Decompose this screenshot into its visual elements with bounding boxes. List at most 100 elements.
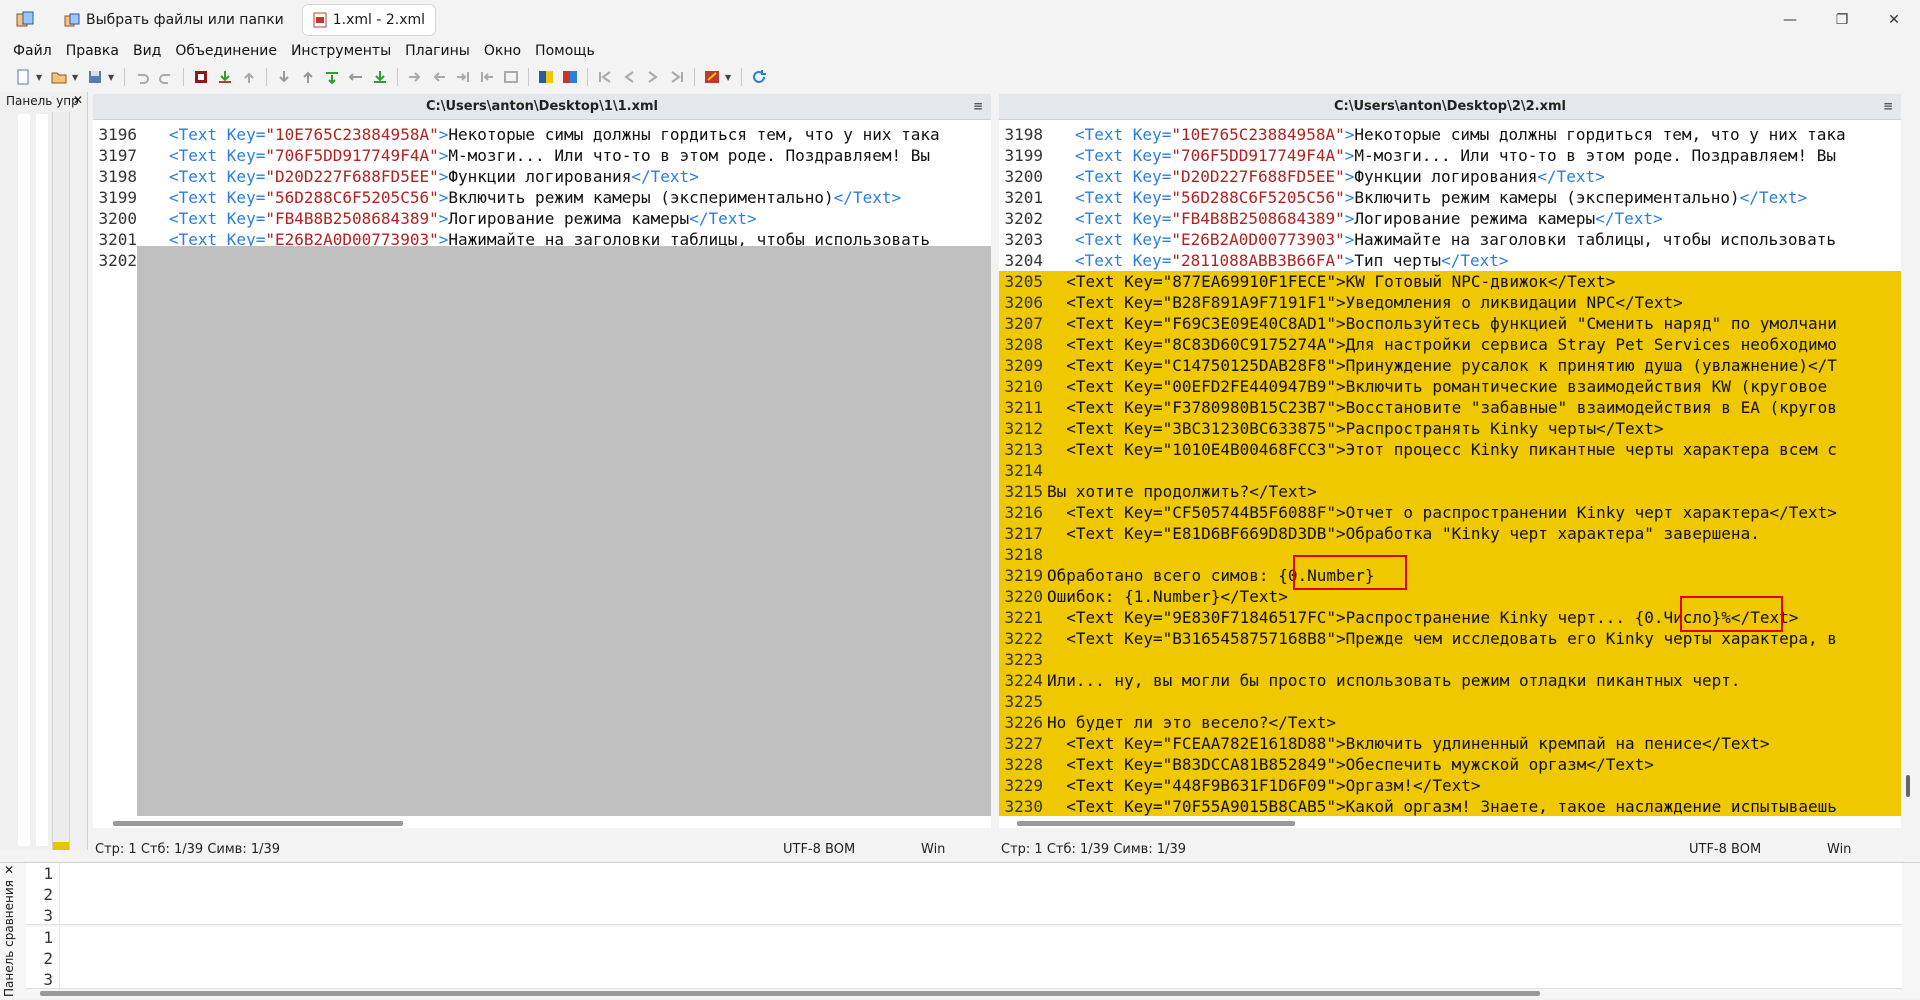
line-number: 3197	[98, 146, 137, 165]
forward-button[interactable]	[642, 66, 664, 88]
options-dropdown[interactable]: ▼	[725, 73, 735, 82]
line-content: <Text Key="877EA69910F1FECE">KW Готовый …	[1047, 272, 1616, 291]
xml-tag: >	[438, 125, 449, 144]
xml-tag: <Text	[1075, 188, 1133, 207]
undo-button[interactable]	[131, 66, 153, 88]
diff-panel-horizontal-scrollbar[interactable]	[40, 991, 1540, 996]
location-strip-right[interactable]	[36, 114, 48, 846]
left-horizontal-scrollbar[interactable]	[113, 821, 403, 826]
menu-window[interactable]: Окно	[477, 43, 528, 59]
pane-menu-icon[interactable]: ≡	[1883, 99, 1893, 113]
redo-button[interactable]	[155, 66, 177, 88]
compare-button[interactable]	[535, 66, 557, 88]
menu-merge[interactable]: Объединение	[168, 43, 284, 59]
compare-color-icon	[563, 71, 577, 83]
refresh-icon	[753, 70, 766, 83]
encoding[interactable]: UTF-8 BOM	[783, 842, 855, 857]
menu-plugins[interactable]: Плагины	[398, 43, 477, 59]
current-diff-button[interactable]	[345, 66, 367, 88]
prev-diff-button[interactable]	[297, 66, 319, 88]
code-line: 3218	[999, 544, 1901, 565]
right-horizontal-scrollbar[interactable]	[1017, 821, 1295, 826]
compare-icon	[539, 71, 553, 83]
right-editor-pane[interactable]: C:\Users\anton\Desktop\2\2.xml ≡ 3198 <Te…	[999, 94, 1901, 828]
xml-key-value: "706F5DD917749F4A"	[265, 146, 439, 165]
copy-to-left-button[interactable]	[238, 66, 260, 88]
copy-left-advance-button[interactable]	[476, 66, 498, 88]
minimize-button[interactable]: —	[1764, 0, 1816, 40]
right-code-area[interactable]: 3198 <Text Key="10E765C23884958A">Некотор…	[999, 124, 1901, 816]
code-line: 3198 <Text Key="10E765C23884958A">Некотор…	[999, 124, 1901, 145]
encoding[interactable]: UTF-8 BOM	[1689, 842, 1761, 857]
code-line: 3207 <Text Key="F69C3E09E40C8AD1">Воспол…	[999, 313, 1901, 334]
xml-attr: Key=	[226, 209, 266, 228]
close-icon[interactable]: ✕	[4, 863, 14, 877]
cursor-position: Стр: 1 Стб: 1/39 Симв: 1/39	[1001, 841, 1187, 857]
xml-close-tag: </Text>	[631, 167, 699, 186]
copy-right-button[interactable]	[404, 66, 426, 88]
line-text: <Text Key="D20D227F688FD5EE">Функции лог…	[1047, 166, 1901, 187]
left-editor-pane[interactable]: C:\Users\anton\Desktop\1\1.xml ≡ 3196 <Te…	[93, 94, 991, 828]
line-number: 3214	[999, 460, 1047, 481]
compare-selection-button[interactable]	[559, 66, 581, 88]
line-number: 3201	[98, 230, 137, 249]
refresh-button[interactable]	[748, 66, 770, 88]
line-number: 3224	[999, 670, 1047, 691]
vertical-scrollbar-thumb[interactable]	[1906, 775, 1910, 797]
last-file-button[interactable]	[666, 66, 688, 88]
xml-key-value: "706F5DD917749F4A"	[1171, 146, 1345, 165]
copy-right-advance-button[interactable]	[452, 66, 474, 88]
line-number: 3210	[999, 376, 1047, 397]
location-strip-left[interactable]	[18, 114, 30, 846]
diff-pane-right[interactable]: 1 2 3	[26, 927, 1902, 990]
options-icon	[705, 71, 719, 83]
options-button[interactable]	[701, 66, 723, 88]
open-dropdown[interactable]: ▼	[72, 73, 82, 82]
back-button[interactable]	[618, 66, 640, 88]
code-line: 3212 <Text Key="3BC31230BC633875">Распро…	[999, 418, 1901, 439]
maximize-button[interactable]: ❐	[1816, 0, 1868, 40]
xml-text: Включить режим камеры (экспериментально)	[448, 188, 834, 207]
menu-file[interactable]: Файл	[6, 43, 59, 59]
next-diff-button[interactable]	[273, 66, 295, 88]
xml-tag: <Text	[1075, 209, 1133, 228]
save-button[interactable]	[84, 66, 106, 88]
winmerge-app-icon[interactable]	[10, 5, 40, 35]
code-line: 3199 <Text Key="706F5DD917749F4A">М-мозги…	[999, 145, 1901, 166]
line-number: 3216	[999, 502, 1047, 523]
open-button[interactable]	[48, 66, 70, 88]
line-endings[interactable]: Win	[1827, 842, 1851, 857]
line-number: 3203	[1004, 230, 1043, 249]
menu-help[interactable]: Помощь	[528, 43, 602, 59]
arrow-green-icon	[326, 72, 338, 85]
close-icon[interactable]: ✕	[73, 93, 83, 107]
first-diff-button[interactable]	[321, 66, 343, 88]
menu-tools[interactable]: Инструменты	[284, 43, 398, 59]
all-right-button[interactable]	[500, 66, 522, 88]
menu-view[interactable]: Вид	[126, 43, 168, 59]
line-number: 3226	[999, 712, 1047, 733]
save-dropdown[interactable]: ▼	[108, 73, 118, 82]
copy-to-right-button[interactable]	[214, 66, 236, 88]
copy-left-button[interactable]	[428, 66, 450, 88]
tab-select-files[interactable]: Выбрать файлы или папки	[54, 4, 294, 36]
line-endings[interactable]: Win	[921, 842, 945, 857]
code-line: 3202 <Text Key="FB4B8B2508684389">Логиров…	[999, 208, 1901, 229]
diff-panel: ✕ Панель сравнения 1 2 3 1 2 3	[0, 862, 1920, 999]
xml-key-value: "FB4B8B2508684389"	[265, 209, 439, 228]
pane-menu-icon[interactable]: ≡	[973, 99, 983, 113]
code-line: 3196 <Text Key="10E765C23884958A">Некотор…	[93, 124, 991, 145]
line-number: 3213	[999, 439, 1047, 460]
xml-text: Функции логирования	[1354, 167, 1538, 186]
new-dropdown[interactable]: ▼	[36, 73, 46, 82]
toolbar-separator	[741, 68, 742, 86]
new-button[interactable]	[12, 66, 34, 88]
prev-file-button[interactable]	[594, 66, 616, 88]
filter-button[interactable]	[190, 66, 212, 88]
last-diff-button[interactable]	[369, 66, 391, 88]
close-button[interactable]: ✕	[1868, 0, 1920, 40]
menu-edit[interactable]: Правка	[59, 43, 126, 59]
tab-file-compare[interactable]: 1.xml - 2.xml	[301, 4, 437, 36]
location-minimap[interactable]	[52, 112, 70, 850]
diff-pane-left[interactable]: 1 2 3	[26, 863, 1902, 926]
